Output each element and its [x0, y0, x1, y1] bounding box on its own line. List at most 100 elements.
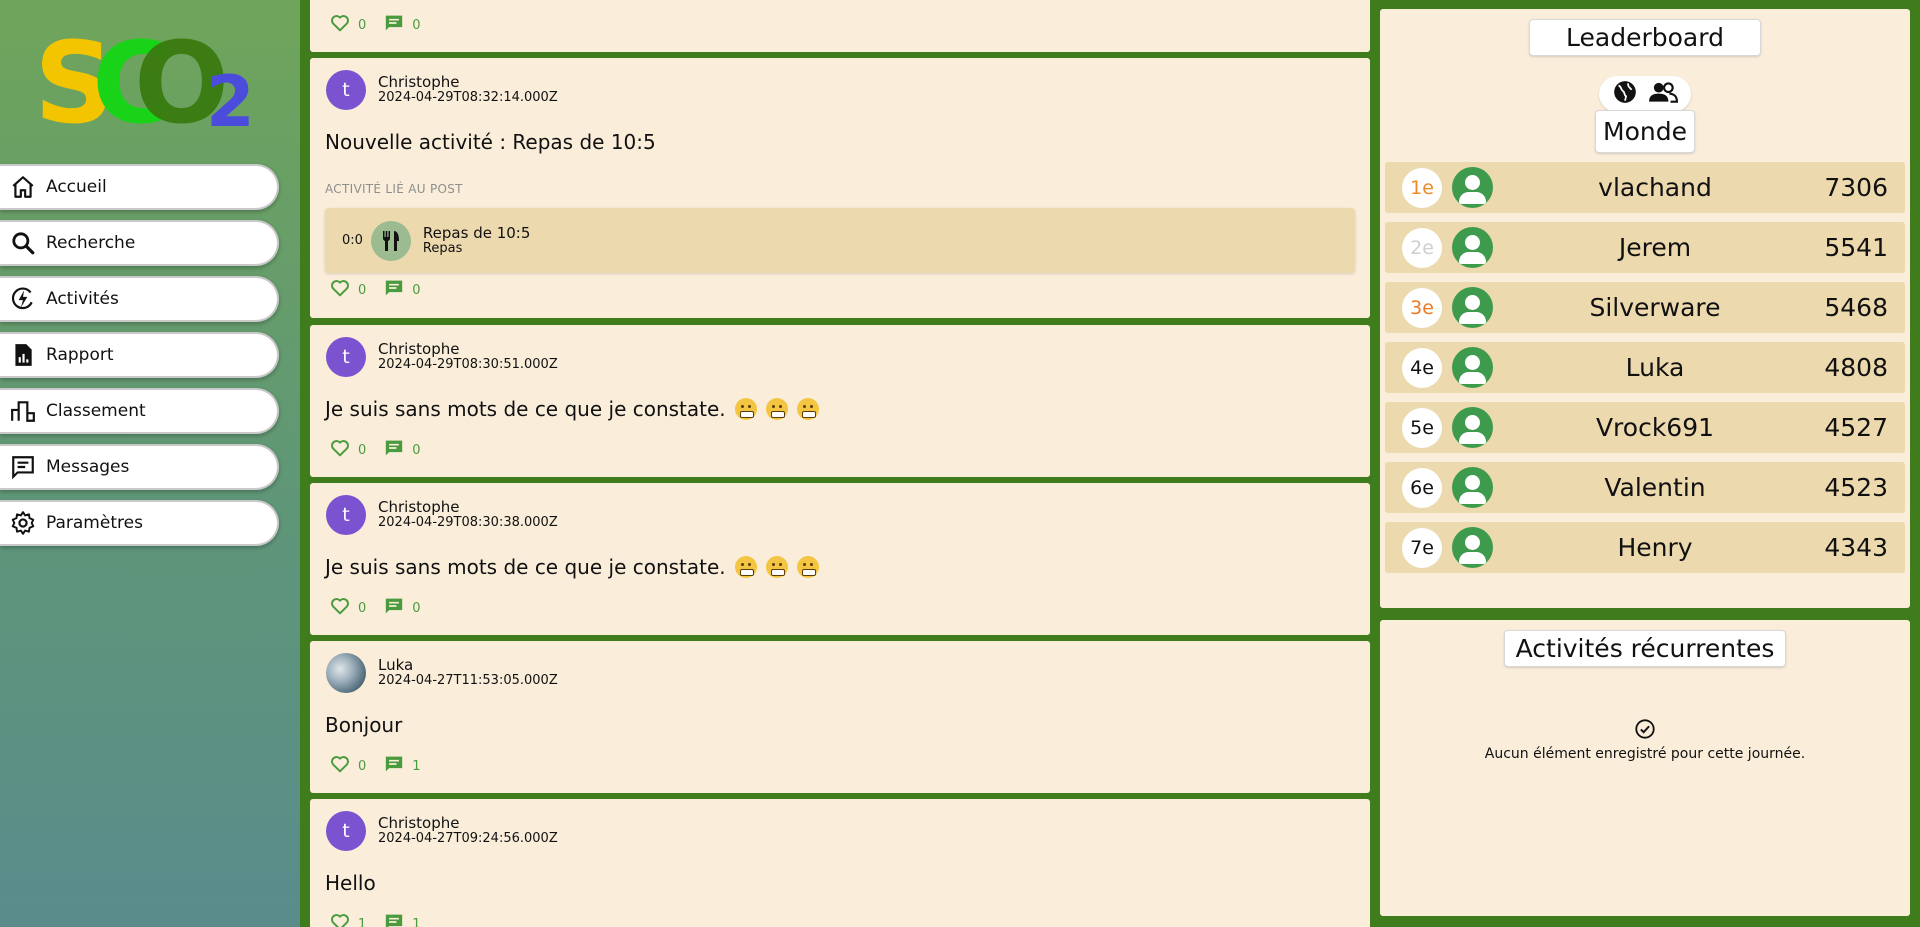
- post-text: Je suis sans mots de ce que je constate.: [325, 397, 726, 421]
- user-avatar-icon: [1452, 227, 1493, 268]
- leaderboard-row[interactable]: 7e Henry 4343: [1385, 522, 1905, 573]
- user-score: 4523: [1824, 473, 1888, 502]
- like-heart-icon[interactable]: [330, 913, 350, 927]
- zipper-mouth-emoji: [796, 556, 819, 578]
- leaderboard-row[interactable]: 2e Jerem 5541: [1385, 222, 1905, 273]
- comment-icon[interactable]: [384, 279, 404, 301]
- sidebar-item-label: Activités: [46, 289, 119, 309]
- post-content: Nouvelle activité : Repas de 10:5: [325, 130, 656, 154]
- activity-bolt-icon: [8, 284, 38, 314]
- like-count: 0: [358, 442, 367, 458]
- avatar[interactable]: t: [326, 811, 366, 851]
- post-date: 2024-04-27T09:24:56.000Z: [378, 831, 558, 846]
- post-date: 2024-04-27T11:53:05.000Z: [378, 673, 558, 688]
- like-count: 0: [358, 600, 367, 616]
- zipper-mouth-emoji: [734, 398, 757, 420]
- like-heart-icon[interactable]: [330, 14, 350, 36]
- sidebar-item-messages[interactable]: Messages: [0, 444, 279, 490]
- user-score: 4343: [1824, 533, 1888, 562]
- like-count: 1: [358, 916, 367, 927]
- leaderboard-panel: Leaderboard Monde 1e vlachand 7306 2e Je…: [1380, 9, 1910, 608]
- post-card: t Christophe 2024-04-29T08:30:38.000Z Je…: [310, 483, 1370, 635]
- like-heart-icon[interactable]: [330, 755, 350, 777]
- user-name: Vrock691: [1595, 413, 1715, 442]
- post-actions: 0 0: [330, 279, 439, 301]
- related-activity-label: ACTIVITÉ LIÉ AU POST: [325, 182, 463, 196]
- post-author[interactable]: Christophe: [378, 500, 558, 515]
- post-author[interactable]: Christophe: [378, 75, 558, 90]
- sidebar-item-rapport[interactable]: Rapport: [0, 332, 279, 378]
- leaderboard-row[interactable]: 4e Luka 4808: [1385, 342, 1905, 393]
- recurring-activities-panel: Activités récurrentes Aucun élément enre…: [1380, 620, 1910, 916]
- post-content: Je suis sans mots de ce que je constate.: [325, 397, 819, 421]
- post-author[interactable]: Christophe: [378, 816, 558, 831]
- user-avatar-icon: [1452, 167, 1493, 208]
- sidebar-item-classement[interactable]: Classement: [0, 388, 279, 434]
- rank-badge: 1e: [1402, 168, 1442, 208]
- sidebar-item-parametres[interactable]: Paramètres: [0, 500, 279, 546]
- avatar[interactable]: [326, 653, 366, 693]
- zipper-mouth-emoji: [765, 398, 788, 420]
- leaderboard-row[interactable]: 1e vlachand 7306: [1385, 162, 1905, 213]
- home-icon: [8, 172, 38, 202]
- sidebar-item-label: Classement: [46, 401, 146, 421]
- gear-icon: [8, 508, 38, 538]
- like-count: 0: [358, 758, 367, 774]
- user-name: Jerem: [1618, 233, 1692, 262]
- rank-badge: 3e: [1402, 288, 1442, 328]
- post-content: Hello: [325, 871, 376, 895]
- user-avatar-icon: [1452, 347, 1493, 388]
- leaderboard-row[interactable]: 6e Valentin 4523: [1385, 462, 1905, 513]
- comment-icon[interactable]: [384, 913, 404, 927]
- post-author[interactable]: Luka: [378, 658, 558, 673]
- leaderboard-row[interactable]: 5e Vrock691 4527: [1385, 402, 1905, 453]
- avatar[interactable]: t: [326, 70, 366, 110]
- post-feed[interactable]: 0 0 t Christophe 2024-04-29T08:32:14.000…: [310, 0, 1370, 927]
- post-header: t Christophe 2024-04-29T08:32:14.000Z: [326, 70, 558, 110]
- friends-icon[interactable]: [1648, 79, 1679, 109]
- activity-duration: 0:0: [342, 233, 363, 248]
- related-activity-card[interactable]: 0:0 Repas de 10:5 Repas: [325, 208, 1355, 273]
- like-heart-icon[interactable]: [330, 439, 350, 461]
- like-heart-icon[interactable]: [330, 279, 350, 301]
- comment-count: 1: [412, 758, 421, 774]
- avatar[interactable]: t: [326, 337, 366, 377]
- user-name: Silverware: [1589, 293, 1721, 322]
- sidebar-item-label: Messages: [46, 457, 130, 477]
- comment-count: 1: [412, 916, 421, 927]
- sidebar-item-label: Paramètres: [46, 513, 143, 533]
- user-avatar-icon: [1452, 287, 1493, 328]
- leaderboard-scope-label: Monde: [1595, 110, 1695, 153]
- comment-icon[interactable]: [384, 755, 404, 777]
- sidebar-item-accueil[interactable]: Accueil: [0, 164, 279, 210]
- comment-count: 0: [412, 282, 421, 298]
- leaderboard-scope-toggle[interactable]: [1599, 76, 1691, 112]
- activity-title: Repas de 10:5: [422, 223, 531, 242]
- post-card: Luka 2024-04-27T11:53:05.000Z Bonjour 0 …: [310, 641, 1370, 793]
- comment-count: 0: [412, 600, 421, 616]
- post-header: t Christophe 2024-04-29T08:30:38.000Z: [326, 495, 558, 535]
- user-name: Valentin: [1604, 473, 1706, 502]
- fork-knife-icon: [370, 220, 411, 261]
- app-root: S C O 2 Accueil Recherche Activités Rapp…: [0, 0, 1920, 927]
- zipper-mouth-emoji: [734, 556, 757, 578]
- like-heart-icon[interactable]: [330, 597, 350, 619]
- app-logo[interactable]: S C O 2: [34, 22, 264, 134]
- globe-icon[interactable]: [1612, 79, 1638, 109]
- leaderboard-row[interactable]: 3e Silverware 5468: [1385, 282, 1905, 333]
- post-card: t Christophe 2024-04-29T08:30:51.000Z Je…: [310, 325, 1370, 477]
- messages-icon: [8, 452, 38, 482]
- post-actions: 0 0: [330, 14, 439, 36]
- sidebar-item-activites[interactable]: Activités: [0, 276, 279, 322]
- comment-icon[interactable]: [384, 597, 404, 619]
- post-author[interactable]: Christophe: [378, 342, 558, 357]
- empty-state-text: Aucun élément enregistré pour cette jour…: [1484, 746, 1806, 762]
- sidebar-item-recherche[interactable]: Recherche: [0, 220, 279, 266]
- avatar[interactable]: t: [326, 495, 366, 535]
- svg-text:2: 2: [206, 61, 255, 134]
- post-content: Bonjour: [325, 713, 403, 737]
- sidebar-item-label: Recherche: [46, 233, 136, 253]
- comment-icon[interactable]: [384, 14, 404, 36]
- post-card: 0 0: [310, 0, 1370, 52]
- comment-icon[interactable]: [384, 439, 404, 461]
